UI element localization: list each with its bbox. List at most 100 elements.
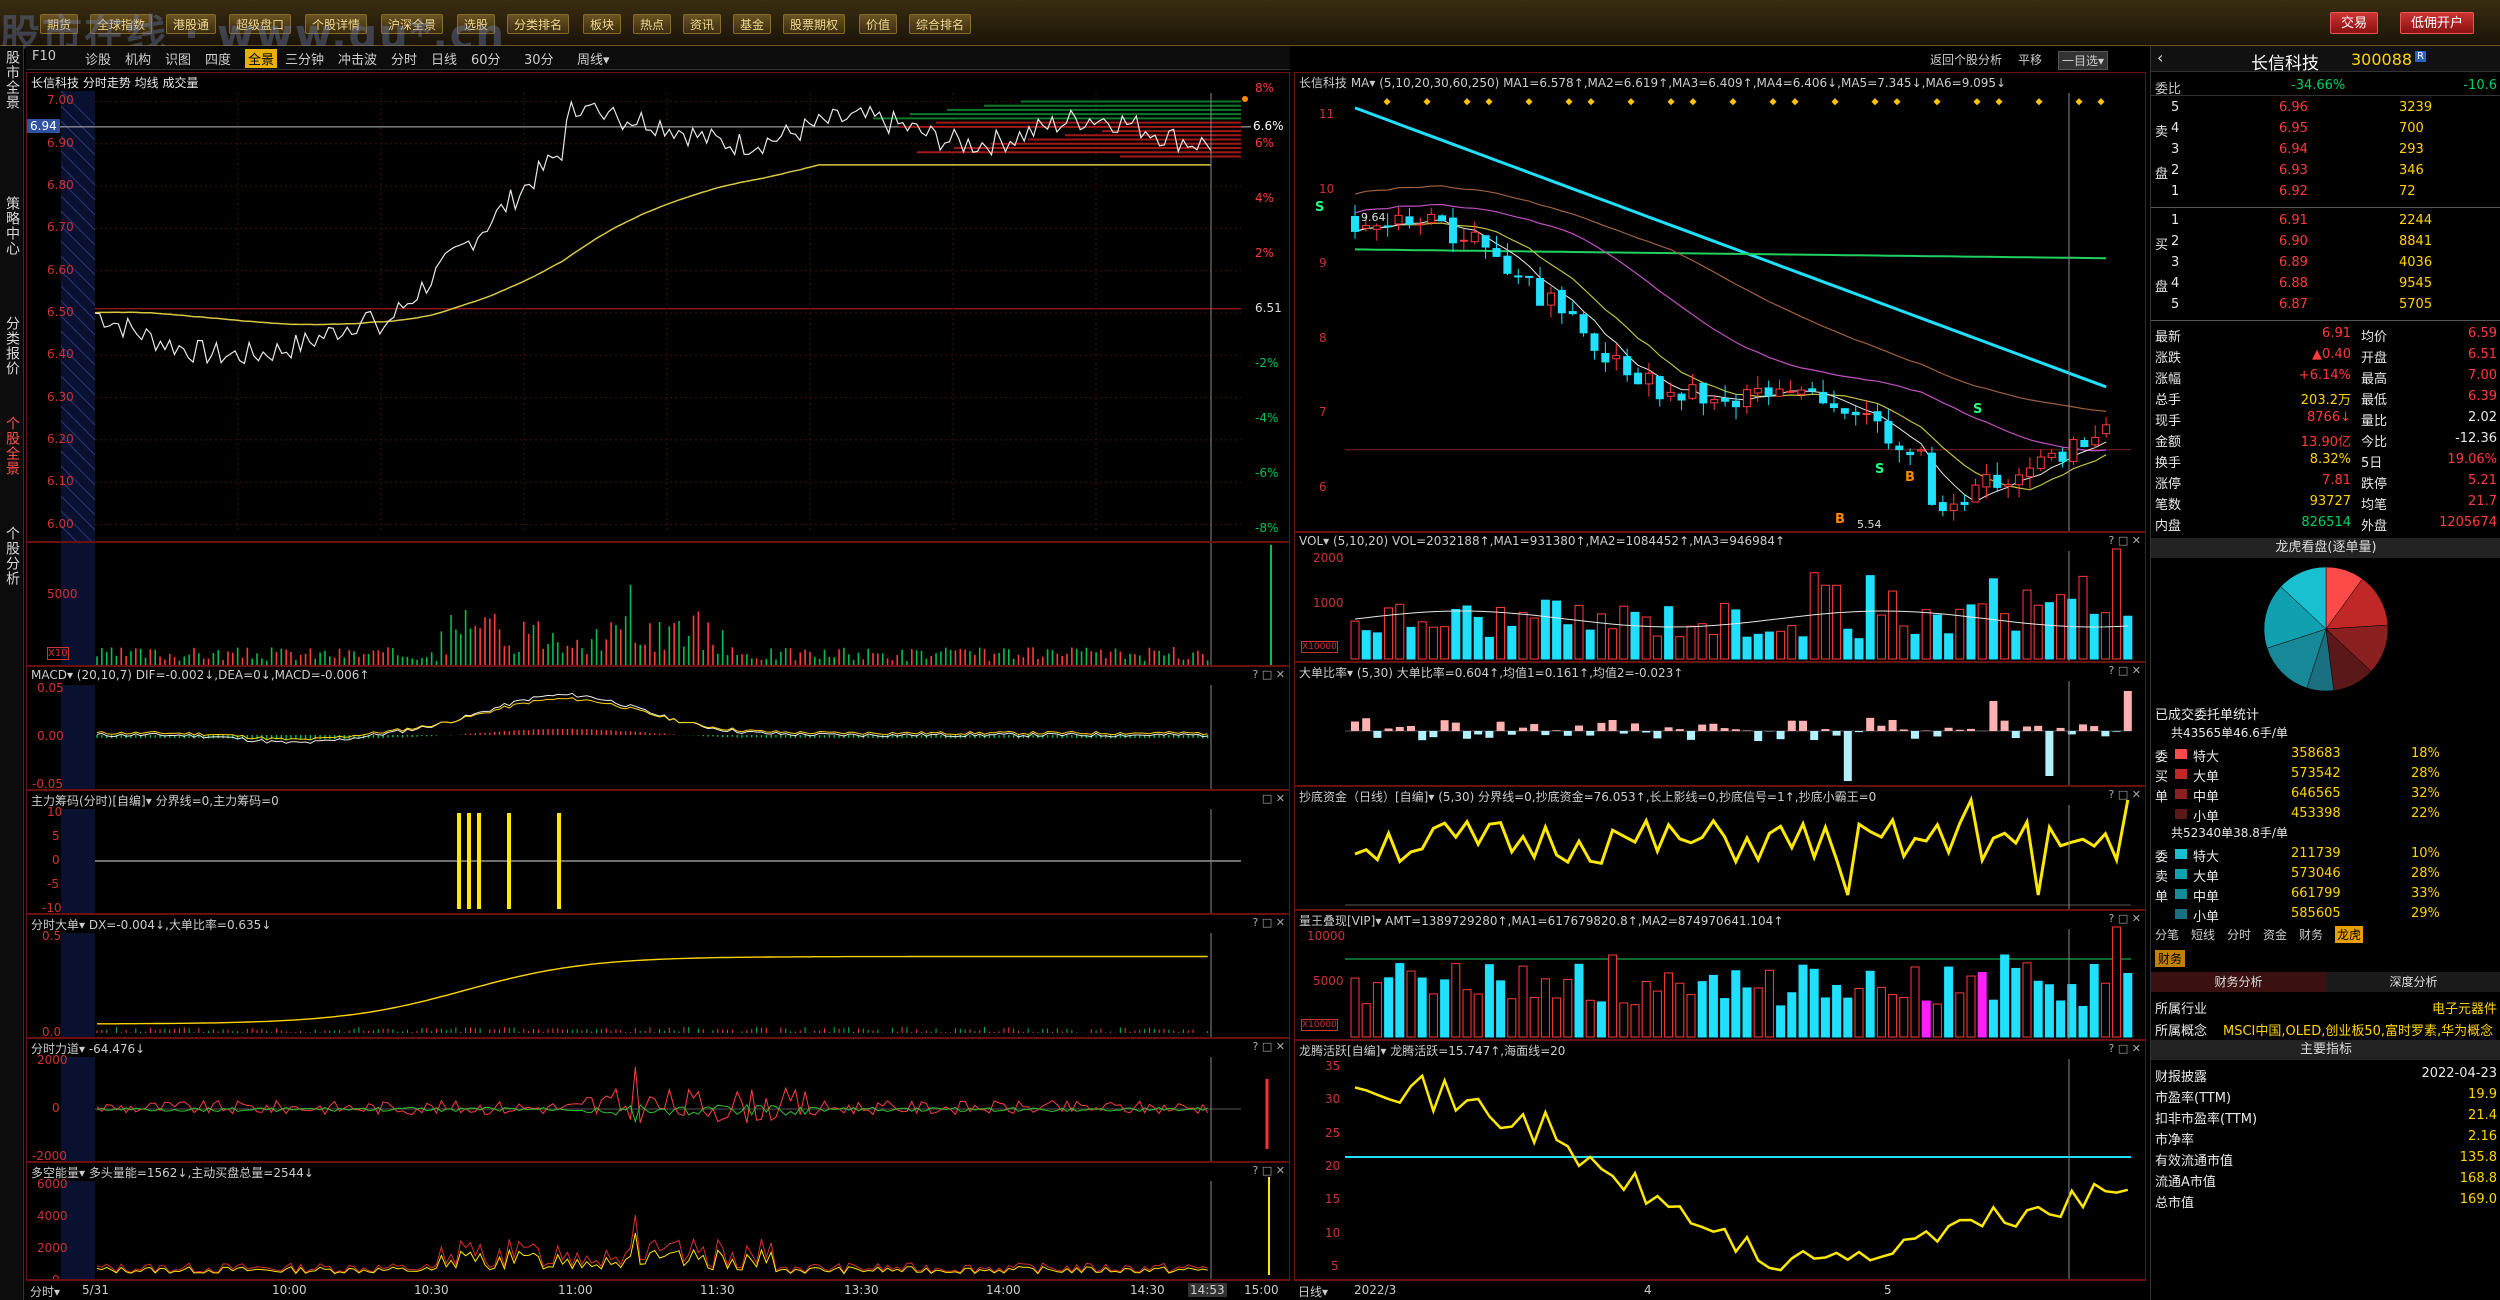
sell-level-row[interactable]: 盘 2 6.93 346: [2151, 161, 2500, 182]
period-tab[interactable]: 分时: [391, 49, 417, 68]
finance-row: 财报披露 2022-04-23: [2151, 1064, 2500, 1085]
sell-level-row[interactable]: 1 6.92 72: [2151, 182, 2500, 202]
chart-canvas: [27, 90, 1251, 541]
indicator-tick: 4000: [37, 1209, 68, 1223]
order-side: 委: [2155, 850, 2169, 865]
back-chevron-icon[interactable]: ‹: [2157, 48, 2163, 67]
info-tab[interactable]: 资金: [2263, 926, 2287, 943]
book-volume: 4036: [2399, 255, 2433, 270]
info-tab[interactable]: 分笔: [2155, 926, 2179, 943]
left-tab[interactable]: 股市全景: [2, 50, 22, 110]
volume-bar: [2078, 575, 2088, 660]
order-size-label: 特大: [2193, 850, 2220, 865]
amount-bar: [1417, 977, 1427, 1038]
ratio-bar: [1530, 724, 1539, 731]
period-tab[interactable]: 诊股: [85, 49, 111, 68]
daily-control[interactable]: 一目选▾: [2058, 51, 2109, 70]
volume-bar: [1720, 602, 1730, 660]
buy-level-row[interactable]: 1 6.91 2244: [2151, 211, 2500, 231]
left-tab[interactable]: 个股全景: [2, 416, 22, 476]
candle-body: [1927, 452, 1936, 505]
top-button[interactable]: 分类排名: [507, 14, 570, 34]
period-tab[interactable]: 周线▾: [577, 49, 610, 68]
period-tab[interactable]: 冲击波: [338, 49, 377, 68]
finance-subtab[interactable]: 财务分析: [2151, 972, 2326, 992]
daily-control[interactable]: 平移: [2018, 51, 2042, 68]
ratio-bar: [1362, 718, 1371, 731]
amount-bar: [1608, 954, 1618, 1038]
period-tab[interactable]: 四度: [205, 49, 231, 68]
order-size-pct: 22%: [2411, 806, 2440, 821]
top-button[interactable]: 股票期权: [783, 14, 846, 34]
period-tab[interactable]: 60分: [471, 49, 501, 68]
left-tab[interactable]: 策略中心: [2, 196, 22, 256]
top-button[interactable]: 热点: [633, 14, 672, 34]
candle-body: [2102, 424, 2111, 435]
period-tab[interactable]: F10: [32, 49, 56, 64]
period-tab[interactable]: 日线: [431, 49, 457, 68]
open-account-button[interactable]: 低佣开户: [2400, 12, 2475, 34]
signal-marker: [1667, 98, 1675, 106]
top-button[interactable]: 板块: [583, 14, 622, 34]
amount-bar: [1854, 988, 1864, 1038]
buy-level-row[interactable]: 3 6.89 4036: [2151, 253, 2500, 273]
finance-label: 市净率: [2155, 1133, 2195, 1148]
bottom-fund-panel: 抄底资金（日线）[自编]▾ (5,30) 分界线=0,抄底资金=76.053↑,…: [1294, 786, 2146, 910]
indicator-tick: -5: [47, 877, 59, 891]
time-tick: 10:00: [272, 1283, 307, 1297]
trade-button[interactable]: 交易: [2330, 12, 2379, 34]
info-tab[interactable]: 龙虎: [2335, 926, 2364, 943]
intraday-time-axis: 分时▾ 5/31 10:00 10:30 11:00 11:30 13:30 14:00 14:…: [26, 1280, 1290, 1300]
amount-bar: [1865, 970, 1875, 1038]
book-volume: 5705: [2399, 297, 2433, 312]
daily-indicator-tick: 2000: [1313, 551, 1344, 565]
left-tab[interactable]: 个股分析: [2, 526, 22, 586]
sell-level-row[interactable]: 卖 4 6.95 700: [2151, 119, 2500, 140]
pct-tick: -6%: [1255, 465, 1279, 480]
top-button[interactable]: 综合排名: [909, 14, 972, 34]
chart-canvas: [61, 1177, 1270, 1279]
order-size-value: 585605: [2291, 906, 2341, 921]
candle-body: [2004, 484, 2013, 487]
info-tab[interactable]: 财务: [2299, 926, 2323, 943]
volume-bar: [1708, 634, 1718, 660]
buy-level-row[interactable]: 5 6.87 5705: [2151, 295, 2500, 315]
buy-level-row[interactable]: 买 2 6.90 8841: [2151, 232, 2500, 253]
ratio-bar: [2023, 726, 2031, 731]
force-line: [96, 1066, 1209, 1124]
stat-label: 最低: [2361, 393, 2388, 408]
period-tab[interactable]: 全景: [245, 49, 278, 68]
info-tab[interactable]: 分时: [2227, 926, 2251, 943]
sell-level-row[interactable]: 5 6.96 3239: [2151, 98, 2500, 118]
buy-level-row[interactable]: 盘 4 6.88 9545: [2151, 274, 2500, 295]
amount-bar: [1888, 994, 1898, 1038]
order-size-row: 小单 453398 22%: [2151, 804, 2500, 825]
stat-value: 7.00: [2468, 368, 2497, 383]
stat-row: 笔数 93727 均笔 21.7: [2151, 492, 2500, 513]
sell-level-row[interactable]: 3 6.94 293: [2151, 140, 2500, 160]
order-size-row: 委 特大 211739 10%: [2151, 844, 2500, 865]
volume-bar: [1496, 606, 1506, 660]
top-button[interactable]: 基金: [733, 14, 772, 34]
finance-subtab[interactable]: 深度分析: [2326, 972, 2500, 992]
period-tab[interactable]: 识图: [165, 49, 191, 68]
finance-tab[interactable]: 财务: [2155, 950, 2186, 967]
candle-body: [1775, 388, 1784, 397]
period-selector[interactable]: 分时▾: [30, 1283, 60, 1300]
buy-sell-signal: B: [1835, 512, 1845, 527]
ratio-bar: [1519, 727, 1527, 731]
period-tab[interactable]: 三分钟: [285, 49, 324, 68]
price-tick: 6.80: [47, 178, 74, 193]
top-button[interactable]: 资讯: [683, 14, 722, 34]
info-tab[interactable]: 短线: [2191, 926, 2215, 943]
period-tab[interactable]: 机构: [125, 49, 151, 68]
period-selector[interactable]: 日线▾: [1298, 1283, 1328, 1300]
period-tab[interactable]: 30分: [524, 49, 554, 68]
indicator-tick: 0.00: [37, 729, 64, 743]
book-volume: 9545: [2399, 276, 2433, 291]
pct-tick: 2%: [1255, 245, 1275, 260]
daily-control[interactable]: 返回个股分析: [1930, 51, 2002, 68]
top-button[interactable]: 价值: [859, 14, 898, 34]
candle-body: [1492, 248, 1501, 257]
left-tab[interactable]: 分类报价: [2, 316, 22, 376]
